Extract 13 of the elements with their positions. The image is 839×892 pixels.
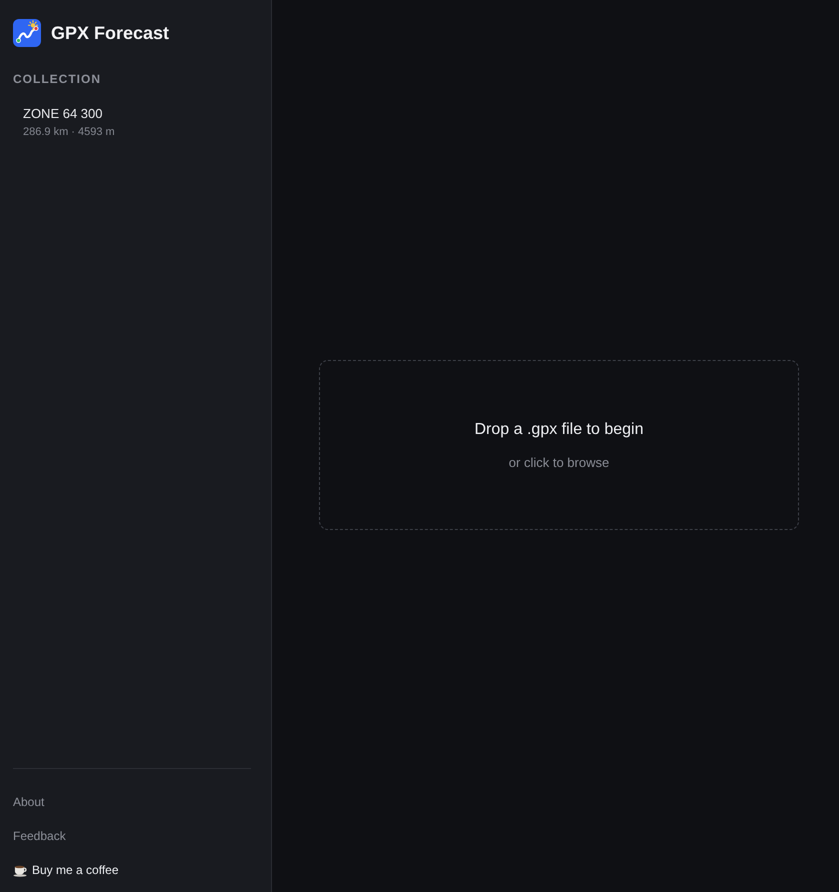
file-dropzone[interactable]: Drop a .gpx file to begin or click to browse	[319, 360, 799, 530]
coffee-cup-icon	[13, 864, 28, 876]
route-name: ZONE 64 300	[23, 106, 102, 121]
route-logo-icon	[13, 19, 41, 47]
buy-coffee-link[interactable]: Buy me a coffee	[32, 863, 118, 877]
route-stats: 286.9 km · 4593 m	[23, 126, 115, 138]
dropzone-hint: or click to browse	[508, 454, 610, 470]
app-title: GPX Forecast	[51, 22, 170, 44]
footer-link[interactable]: About	[13, 795, 44, 809]
footer-link[interactable]: Feedback	[13, 829, 66, 843]
route-item[interactable]: ZONE 64 300 286.9 km · 4593 m	[13, 100, 251, 144]
dropzone-title: Drop a .gpx file to begin	[474, 420, 644, 438]
section-heading: COLLECTION	[13, 72, 102, 86]
